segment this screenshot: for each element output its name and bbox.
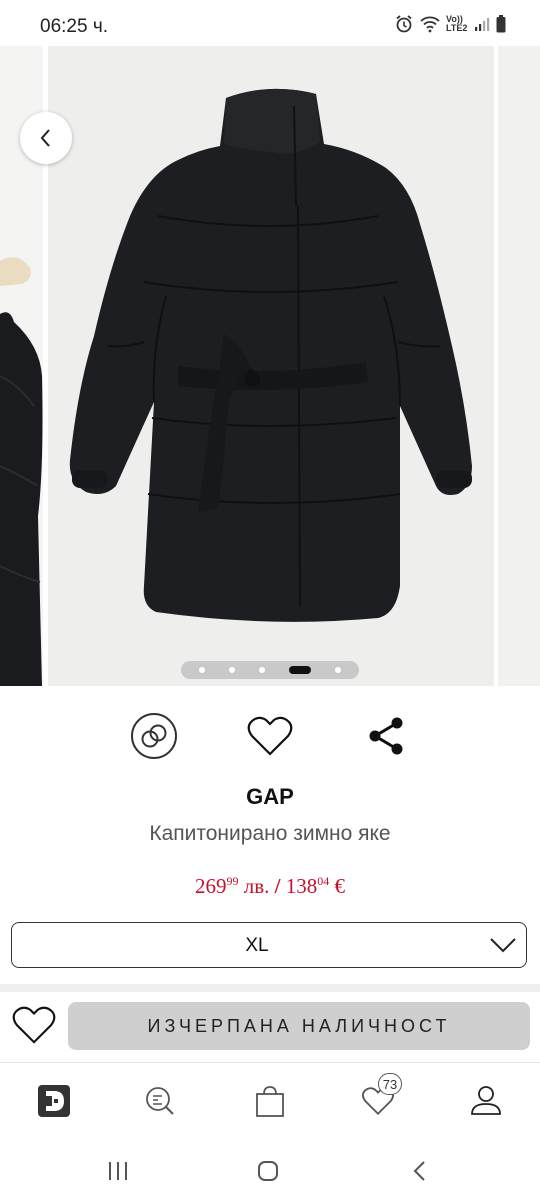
size-select-value: XL xyxy=(245,935,269,956)
back-button[interactable] xyxy=(20,112,72,164)
home-circle-icon xyxy=(258,1161,278,1181)
nav-wishlist[interactable]: 73 xyxy=(354,1073,402,1125)
compare-button[interactable] xyxy=(126,708,182,764)
compare-rings-icon xyxy=(131,713,177,759)
network-label: Vo)) LTE2 xyxy=(446,14,468,33)
main-product-photo[interactable] xyxy=(48,46,494,686)
carousel-dot[interactable] xyxy=(335,667,341,673)
price-eur-currency: € xyxy=(334,874,346,898)
bag-icon xyxy=(256,1086,284,1117)
nav-search[interactable] xyxy=(136,1077,184,1125)
heart-icon xyxy=(12,1006,56,1044)
section-divider xyxy=(0,984,540,992)
price-separator: / xyxy=(274,874,281,898)
size-select[interactable]: XL xyxy=(11,922,527,968)
share-button[interactable] xyxy=(358,708,414,764)
carousel-dot[interactable] xyxy=(229,667,235,673)
search-icon xyxy=(146,1087,174,1115)
add-to-wishlist-button[interactable] xyxy=(10,1003,58,1047)
product-name: Капитонирано зимно яке xyxy=(149,822,391,845)
carousel-indicator[interactable] xyxy=(181,661,359,679)
product-price: 26999 лв. / 13804 € xyxy=(0,874,540,899)
price-bgn-cents: 99 xyxy=(226,874,239,888)
carousel-dot[interactable] xyxy=(199,667,205,673)
recent-apps-button[interactable] xyxy=(98,1156,138,1186)
chevron-left-icon xyxy=(40,129,50,147)
product-brand[interactable]: GAP xyxy=(0,784,540,810)
status-icons: Vo)) LTE2 xyxy=(394,14,506,34)
home-logo-icon xyxy=(38,1085,70,1117)
product-actions xyxy=(0,708,540,764)
system-back-button[interactable] xyxy=(400,1156,440,1186)
status-time: 06:25 ч. xyxy=(40,16,109,37)
alarm-icon xyxy=(396,15,412,33)
carousel-dot-active[interactable] xyxy=(289,666,311,674)
price-eur-cents: 04 xyxy=(317,874,330,888)
wishlist-count-badge: 73 xyxy=(378,1073,402,1095)
heart-icon xyxy=(247,716,293,756)
price-bgn-main: 269 xyxy=(195,874,227,898)
signal-icon xyxy=(475,18,490,31)
nav-bag[interactable] xyxy=(246,1077,294,1125)
chevron-down-icon xyxy=(490,938,516,953)
jacket-image xyxy=(48,46,494,686)
battery-icon xyxy=(496,15,506,33)
bottom-navigation: 73 xyxy=(0,1062,540,1143)
next-photo[interactable] xyxy=(498,46,540,686)
recent-apps-icon xyxy=(109,1162,127,1180)
back-arrow-icon xyxy=(413,1161,425,1181)
price-eur-main: 138 xyxy=(285,874,318,898)
home-button[interactable] xyxy=(248,1156,288,1186)
carousel-dot[interactable] xyxy=(259,667,265,673)
share-icon xyxy=(369,717,403,755)
nav-account[interactable] xyxy=(462,1077,510,1125)
nav-home[interactable] xyxy=(30,1077,78,1125)
product-gallery[interactable] xyxy=(0,46,540,686)
wifi-icon xyxy=(420,16,440,33)
system-navigation-bar xyxy=(0,1142,540,1200)
sold-out-button[interactable]: ИЗЧЕРПАНА НАЛИЧНОСТ xyxy=(68,1002,530,1050)
price-bgn-currency: лв. xyxy=(243,874,270,898)
account-icon xyxy=(471,1086,501,1115)
favorite-button[interactable] xyxy=(242,708,298,764)
status-bar: 06:25 ч. Vo)) LTE2 xyxy=(0,0,540,46)
